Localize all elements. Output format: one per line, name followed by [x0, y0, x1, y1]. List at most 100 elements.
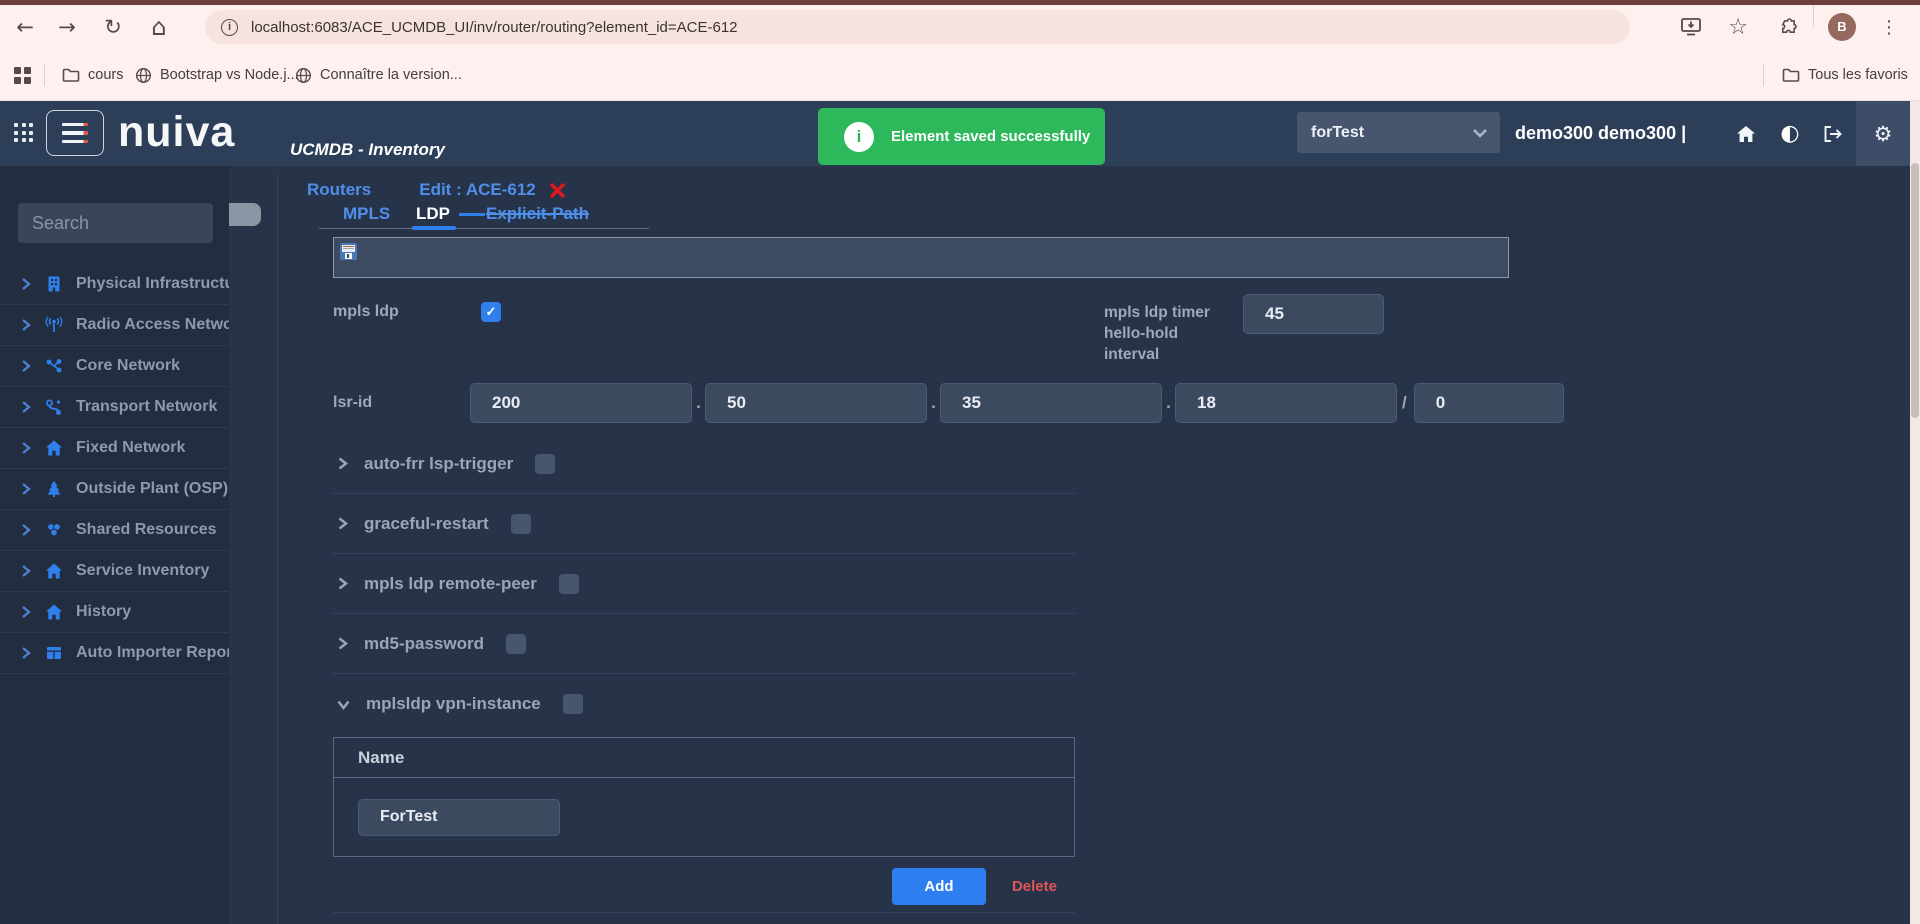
sidebar-item-outside-plant[interactable]: Outside Plant (OSP): [0, 469, 229, 510]
forward-icon[interactable]: →: [50, 5, 84, 49]
settings-gear-icon[interactable]: ⚙: [1856, 101, 1910, 166]
section-checkbox[interactable]: [559, 574, 579, 594]
section-checkbox[interactable]: [506, 634, 526, 654]
home-icon[interactable]: ⌂: [142, 5, 176, 49]
scrollbar-thumb[interactable]: [1911, 163, 1919, 418]
sidebar-item-auto-importer-reports[interactable]: Auto Importer Reports: [0, 633, 229, 674]
shared-circles-icon: [45, 521, 63, 539]
site-info-icon[interactable]: i: [221, 19, 238, 36]
folder-icon: [1782, 67, 1800, 83]
url-text[interactable]: localhost:6083/ACE_UCMDB_UI/inv/router/r…: [251, 19, 738, 36]
sidebar-nav: Physical Infrastructure Radio Access Net…: [0, 264, 229, 674]
install-icon[interactable]: [1680, 5, 1702, 49]
chevron-right-icon: [20, 646, 32, 660]
apps-grid-icon[interactable]: [14, 123, 33, 142]
bookmark-label: Bootstrap vs Node.j...: [160, 67, 299, 83]
mask-separator: /: [1402, 393, 1407, 413]
back-icon[interactable]: ←: [8, 5, 42, 49]
antenna-icon: [45, 316, 63, 334]
close-icon[interactable]: [548, 181, 567, 200]
home-nav-icon[interactable]: [1728, 101, 1764, 166]
sidebar-item-fixed-network[interactable]: Fixed Network: [0, 428, 229, 469]
lsr-octet-4-input[interactable]: [1175, 383, 1397, 423]
panel-scroll-handle[interactable]: [229, 203, 261, 226]
tab-explicit-path[interactable]: Explicit-Path: [486, 204, 589, 224]
lsr-id-field-row: lsr-id . . . /: [333, 383, 1564, 423]
sidebar-item-label: Service Inventory: [76, 562, 209, 580]
timer-input[interactable]: [1243, 294, 1384, 334]
bookmark-connaitre[interactable]: Connaître la version...: [295, 63, 462, 87]
tree-icon: [45, 480, 63, 498]
chevron-right-icon: [20, 523, 32, 537]
browser-menu-icon[interactable]: ⋮: [1880, 5, 1898, 49]
extensions-icon[interactable]: [1777, 5, 1798, 49]
octet-separator: .: [930, 393, 937, 413]
building-icon: [45, 275, 63, 293]
bookmark-cours[interactable]: cours: [62, 63, 123, 87]
section-auto-frr-lsp-trigger[interactable]: auto-frr lsp-trigger: [333, 434, 1075, 494]
page-scrollbar[interactable]: [1910, 101, 1920, 924]
section-checkbox[interactable]: [563, 694, 583, 714]
menu-toggle-button[interactable]: [46, 110, 104, 156]
environment-select-value: forTest: [1311, 124, 1472, 142]
tab-baseline: [319, 228, 649, 229]
sidebar-item-shared-resources[interactable]: Shared Resources: [0, 510, 229, 551]
chevron-right-icon: [20, 605, 32, 619]
sidebar-item-transport-network[interactable]: Transport Network: [0, 387, 229, 428]
sidebar-item-service-inventory[interactable]: Service Inventory: [0, 551, 229, 592]
section-graceful-restart[interactable]: graceful-restart: [333, 494, 1075, 554]
vpn-instance-table: Name: [333, 737, 1075, 857]
app-header: nuiva UCMDB - Inventory i Element saved …: [0, 101, 1920, 166]
side-apps-icon[interactable]: [14, 63, 31, 87]
panel-divider: [277, 174, 278, 924]
lsr-octet-1-input[interactable]: [470, 383, 692, 423]
environment-select[interactable]: forTest: [1297, 112, 1500, 153]
mpls-ldp-checkbox[interactable]: ✓: [481, 302, 501, 322]
sidebar-item-history[interactable]: History: [0, 592, 229, 633]
nuiva-logo[interactable]: nuiva: [118, 101, 235, 166]
sidebar-item-core-network[interactable]: Core Network: [0, 346, 229, 387]
lsr-octet-3-input[interactable]: [940, 383, 1162, 423]
chevron-right-icon: [336, 576, 349, 591]
lsr-id-label: lsr-id: [333, 394, 470, 412]
chevron-right-icon: [20, 359, 32, 373]
add-button[interactable]: Add: [892, 868, 986, 905]
chevron-right-icon: [336, 456, 349, 471]
lsr-octet-2-input[interactable]: [705, 383, 927, 423]
globe-icon: [135, 67, 152, 84]
success-toast: i Element saved successfully: [818, 108, 1105, 165]
url-bar[interactable]: i localhost:6083/ACE_UCMDB_UI/inv/router…: [205, 10, 1630, 44]
section-label: auto-frr lsp-trigger: [364, 454, 513, 474]
tab-ldp[interactable]: LDP: [416, 204, 450, 224]
sidebar-item-label: Physical Infrastructure: [76, 275, 249, 293]
section-checkbox[interactable]: [535, 454, 555, 474]
sidebar-item-radio-access-network[interactable]: Radio Access Network: [0, 305, 229, 346]
delete-button[interactable]: Delete: [1006, 877, 1063, 896]
browser-toolbar: ← → ↻ ⌂ i localhost:6083/ACE_UCMDB_UI/in…: [0, 5, 1920, 49]
bottom-divider: [333, 912, 1075, 913]
table-row: [334, 778, 1074, 856]
network-nodes-icon: [45, 357, 63, 375]
lsr-mask-input[interactable]: [1414, 383, 1564, 423]
save-icon[interactable]: [340, 243, 357, 260]
contrast-icon[interactable]: ◐: [1772, 101, 1808, 166]
search-input[interactable]: [18, 203, 213, 243]
section-md5-password[interactable]: md5-password: [333, 614, 1075, 674]
logout-icon[interactable]: [1815, 101, 1851, 166]
all-bookmarks[interactable]: Tous les favoris: [1782, 63, 1908, 87]
profile-avatar[interactable]: B: [1828, 5, 1856, 49]
tab-mpls[interactable]: MPLS: [343, 204, 416, 224]
breadcrumb-routers-link[interactable]: Routers: [307, 180, 371, 200]
sidebar-item-label: Transport Network: [76, 398, 217, 416]
vpn-name-input[interactable]: [358, 799, 560, 836]
sidebar-item-physical-infrastructure[interactable]: Physical Infrastructure: [0, 264, 229, 305]
section-mplsldp-vpn-instance[interactable]: mplsldp vpn-instance: [333, 674, 1075, 734]
bookmark-label: Tous les favoris: [1808, 67, 1908, 83]
reload-icon[interactable]: ↻: [96, 5, 130, 49]
section-mpls-ldp-remote-peer[interactable]: mpls ldp remote-peer: [333, 554, 1075, 614]
section-checkbox[interactable]: [511, 514, 531, 534]
bookmark-star-icon[interactable]: ☆: [1728, 5, 1748, 49]
breadcrumb: Routers Edit : ACE-612: [307, 180, 567, 200]
home-icon: [45, 562, 63, 580]
bookmark-bootstrap[interactable]: Bootstrap vs Node.j...: [135, 63, 299, 87]
